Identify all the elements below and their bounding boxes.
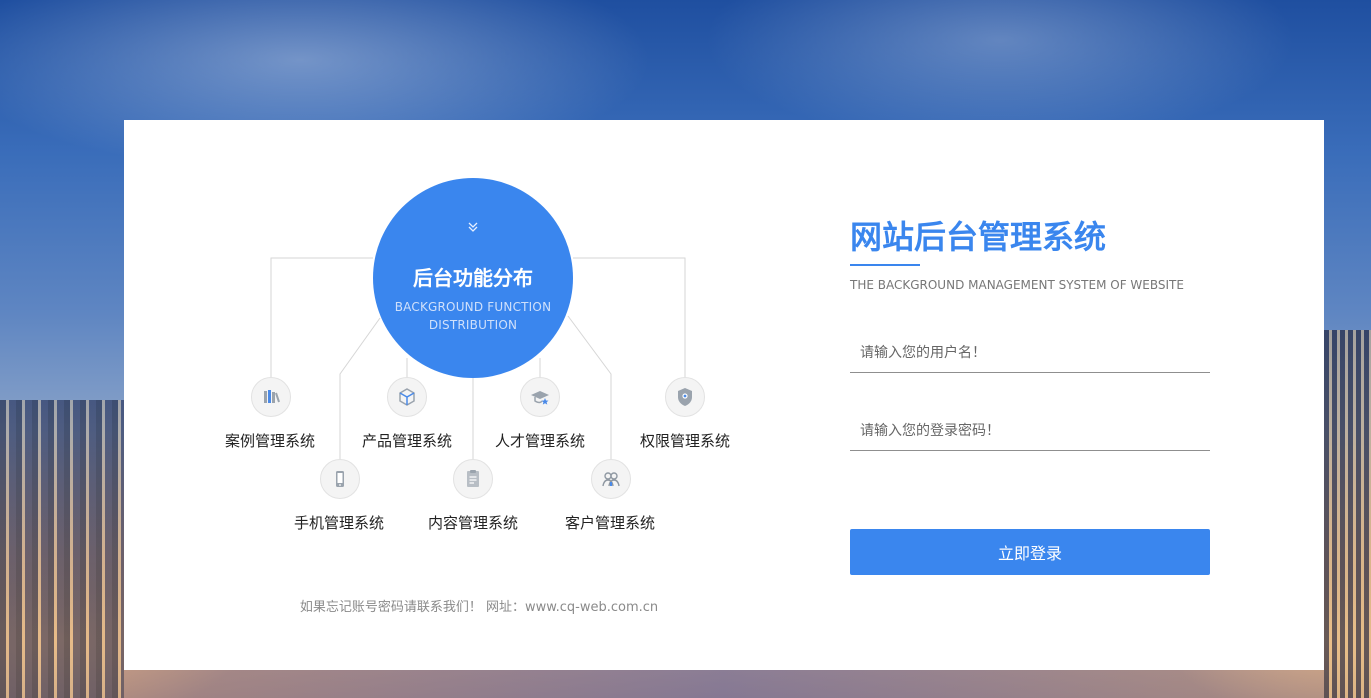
node-case-management[interactable]: 案例管理系统	[205, 430, 335, 451]
background-bottom-strip	[124, 670, 1324, 698]
graduation-cap-icon[interactable]	[520, 377, 560, 417]
center-title: 后台功能分布	[413, 266, 533, 290]
login-form: 网站后台管理系统 THE BACKGROUND MANAGEMENT SYSTE…	[850, 120, 1210, 670]
login-title: 网站后台管理系统	[850, 218, 1107, 256]
contact-footer-note: 如果忘记账号密码请联系我们！ 网址：www.cq-web.com.cn	[299, 600, 659, 615]
login-card: 后台功能分布 BACKGROUND FUNCTION DISTRIBUTION …	[124, 120, 1324, 670]
mobile-phone-icon[interactable]	[320, 459, 360, 499]
node-product-management[interactable]: 产品管理系统	[342, 430, 472, 451]
background-city-right	[1324, 330, 1371, 698]
node-permission-management[interactable]: 权限管理系统	[620, 430, 750, 451]
center-subtitle: BACKGROUND FUNCTION DISTRIBUTION	[394, 300, 552, 332]
document-icon[interactable]	[453, 459, 493, 499]
shield-icon[interactable]	[665, 377, 705, 417]
feature-distribution-diagram: 后台功能分布 BACKGROUND FUNCTION DISTRIBUTION …	[124, 120, 824, 670]
background-city-left	[0, 400, 124, 698]
node-talent-management[interactable]: 人才管理系统	[475, 430, 605, 451]
double-chevron-down-icon	[373, 220, 573, 237]
feature-center-circle: 后台功能分布 BACKGROUND FUNCTION DISTRIBUTION	[373, 178, 573, 378]
login-button[interactable]: 立即登录	[850, 529, 1210, 575]
node-content-management[interactable]: 内容管理系统	[408, 512, 538, 533]
node-mobile-management[interactable]: 手机管理系统	[274, 512, 404, 533]
password-input[interactable]	[850, 411, 1210, 451]
users-icon[interactable]	[591, 459, 631, 499]
node-customer-management[interactable]: 客户管理系统	[545, 512, 675, 533]
title-underline	[850, 264, 920, 266]
cube-icon[interactable]	[387, 377, 427, 417]
books-icon[interactable]	[251, 377, 291, 417]
username-input[interactable]	[850, 333, 1210, 373]
login-subtitle: THE BACKGROUND MANAGEMENT SYSTEM OF WEBS…	[850, 278, 1184, 292]
